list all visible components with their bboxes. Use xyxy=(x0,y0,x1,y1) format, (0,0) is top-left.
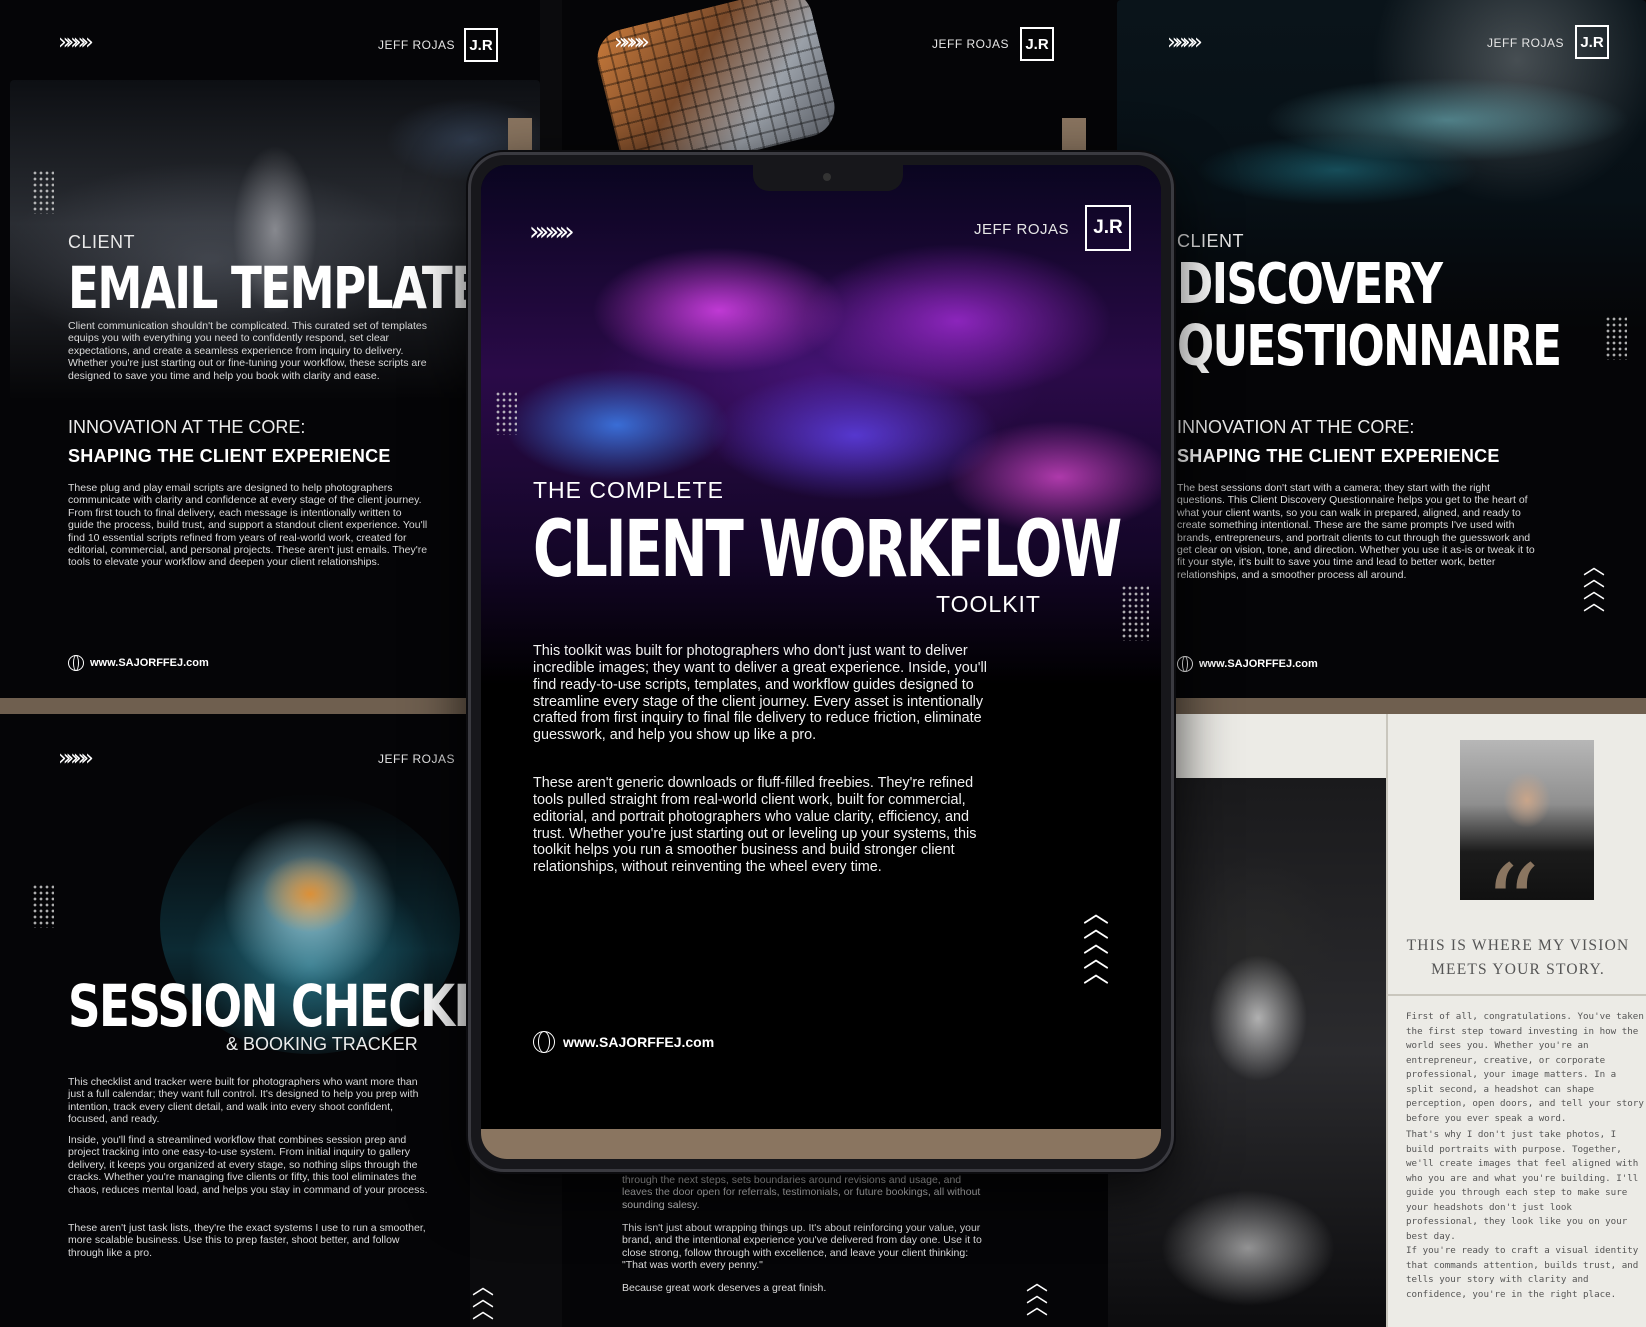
nebula-artwork xyxy=(481,165,1161,685)
toolkit-title: CLIENT WORKFLOW xyxy=(533,505,1122,595)
panel-intro: Client communication shouldn't be compli… xyxy=(68,320,427,382)
brand-logo: J.R xyxy=(464,28,498,62)
dot-grid-decoration xyxy=(1121,585,1149,641)
website-link[interactable]: www.SAJORFFEJ.com xyxy=(1177,656,1318,672)
welcome-panel: “ THIS IS WHERE MY VISION MEETS YOUR STO… xyxy=(1108,714,1646,1327)
arrows-icon: »»»» xyxy=(58,746,94,771)
panel-title-line2: QUESTIONNAIRE xyxy=(1177,314,1562,379)
discovery-panel: »»»» JEFF ROJAS J.R CLIENT DISCOVERY QUE… xyxy=(1117,0,1646,700)
accent-bar xyxy=(508,118,532,152)
chevron-up-icon: ︿ ︿ ︿ xyxy=(471,1275,494,1324)
chevron-up-icon: ︿ ︿ ︿ xyxy=(1025,1271,1048,1320)
panel-subtitle: & BOOKING TRACKER xyxy=(226,1034,418,1054)
panel-subtitle-bold: SHAPING THE CLIENT EXPERIENCE xyxy=(68,446,391,466)
welcome-card: “ THIS IS WHERE MY VISION MEETS YOUR STO… xyxy=(1386,714,1646,1327)
panel-subtitle: INNOVATION AT THE CORE: xyxy=(68,417,306,437)
brand-name: JEFF ROJAS xyxy=(973,221,1069,238)
dot-grid-decoration xyxy=(495,391,517,435)
panel-subtitle-bold: SHAPING THE CLIENT EXPERIENCE xyxy=(1177,446,1500,466)
website-text: www.SAJORFFEJ.com xyxy=(90,657,209,669)
dot-grid-decoration xyxy=(1605,316,1627,360)
wrap-paragraph-3: Because great work deserves a great fini… xyxy=(622,1282,827,1294)
panel-title: SESSION CHECKLIST xyxy=(68,972,470,1040)
dot-grid-decoration xyxy=(32,170,54,214)
arrows-icon: »»»» xyxy=(1167,30,1203,55)
brand-name: JEFF ROJAS xyxy=(378,752,456,766)
brand-logo: J.R xyxy=(1020,27,1054,61)
website-text: www.SAJORFFEJ.com xyxy=(563,1034,715,1050)
wrap-up-panel: through the next steps, sets boundaries … xyxy=(562,1160,1117,1327)
tablet-screen: »»»» JEFF ROJAS J.R THE COMPLETE CLIENT … xyxy=(481,165,1161,1159)
accent-footer-bar xyxy=(481,1129,1161,1159)
brand-name: JEFF ROJAS xyxy=(1487,36,1565,50)
toolkit-paragraph-2: These aren't generic downloads or fluff-… xyxy=(533,775,977,876)
tablet-device: »»»» JEFF ROJAS J.R THE COMPLETE CLIENT … xyxy=(468,152,1174,1172)
camera-notch xyxy=(753,165,903,191)
brand-name: JEFF ROJAS xyxy=(378,38,456,52)
toolkit-kicker: THE COMPLETE xyxy=(533,477,724,503)
panel-paragraph-1: This checklist and tracker were built fo… xyxy=(68,1076,419,1126)
arrows-icon: »»»» xyxy=(614,30,650,55)
panel-subtitle: INNOVATION AT THE CORE: xyxy=(1177,417,1415,437)
email-templates-panel: »»»» JEFF ROJAS J.R CLIENT EMAIL TEMPLAT… xyxy=(0,0,540,700)
welcome-paragraph-2: That's why I don't just take photos, I b… xyxy=(1406,1129,1639,1242)
welcome-quote-line2: MEETS YOUR STORY. xyxy=(1431,961,1605,978)
satellite-photo xyxy=(591,0,841,160)
toolkit-paragraph-1: This toolkit was built for photographers… xyxy=(533,643,987,744)
welcome-quote-line1: THIS IS WHERE MY VISION xyxy=(1406,937,1630,954)
dot-grid-decoration xyxy=(32,884,54,928)
chevron-up-icon: ︿ ︿ ︿ ︿ xyxy=(1582,555,1605,616)
globe-icon xyxy=(1177,656,1193,672)
panel-title-line1: DISCOVERY xyxy=(1177,252,1443,317)
accent-bar xyxy=(1062,118,1086,152)
brand-logo: J.R xyxy=(1085,205,1131,251)
brand-name: JEFF ROJAS xyxy=(932,37,1010,51)
wrap-paragraph-2: This isn't just about wrapping things up… xyxy=(622,1222,982,1272)
satellite-panel: »»»» JEFF ROJAS J.R xyxy=(562,0,1117,160)
welcome-divider xyxy=(1388,994,1646,996)
panel-body: These plug and play email scripts are de… xyxy=(68,482,428,569)
toolkit-label: TOOLKIT xyxy=(936,591,1041,617)
arrows-icon: »»»» xyxy=(529,217,575,247)
brand-logo: J.R xyxy=(1575,25,1609,59)
welcome-paragraph-1: First of all, congratulations. You've ta… xyxy=(1406,1011,1644,1124)
arrows-icon: »»»» xyxy=(58,30,94,55)
panel-paragraph-2: Inside, you'll find a streamlined workfl… xyxy=(68,1134,428,1196)
globe-icon xyxy=(533,1031,555,1053)
chevron-up-icon: ︿ ︿ ︿ ︿ ︿ xyxy=(1082,899,1109,989)
website-text: www.SAJORFFEJ.com xyxy=(1199,658,1318,670)
panel-title: EMAIL TEMPLATES xyxy=(68,254,513,322)
globe-icon xyxy=(68,655,84,671)
panel-kicker: CLIENT xyxy=(1177,231,1245,251)
panel-kicker: CLIENT xyxy=(68,232,136,252)
wrap-paragraph-1: through the next steps, sets boundaries … xyxy=(622,1174,981,1211)
panel-paragraph-3: These aren't just task lists, they're th… xyxy=(68,1222,426,1259)
welcome-paragraph-3: If you're ready to craft a visual identi… xyxy=(1406,1245,1639,1300)
panel-body: The best sessions don't start with a cam… xyxy=(1177,482,1535,581)
website-link[interactable]: www.SAJORFFEJ.com xyxy=(68,655,209,671)
session-checklist-panel: »»»» JEFF ROJAS SESSION CHECKLIST & BOOK… xyxy=(0,714,470,1327)
website-link[interactable]: www.SAJORFFEJ.com xyxy=(533,1031,714,1053)
